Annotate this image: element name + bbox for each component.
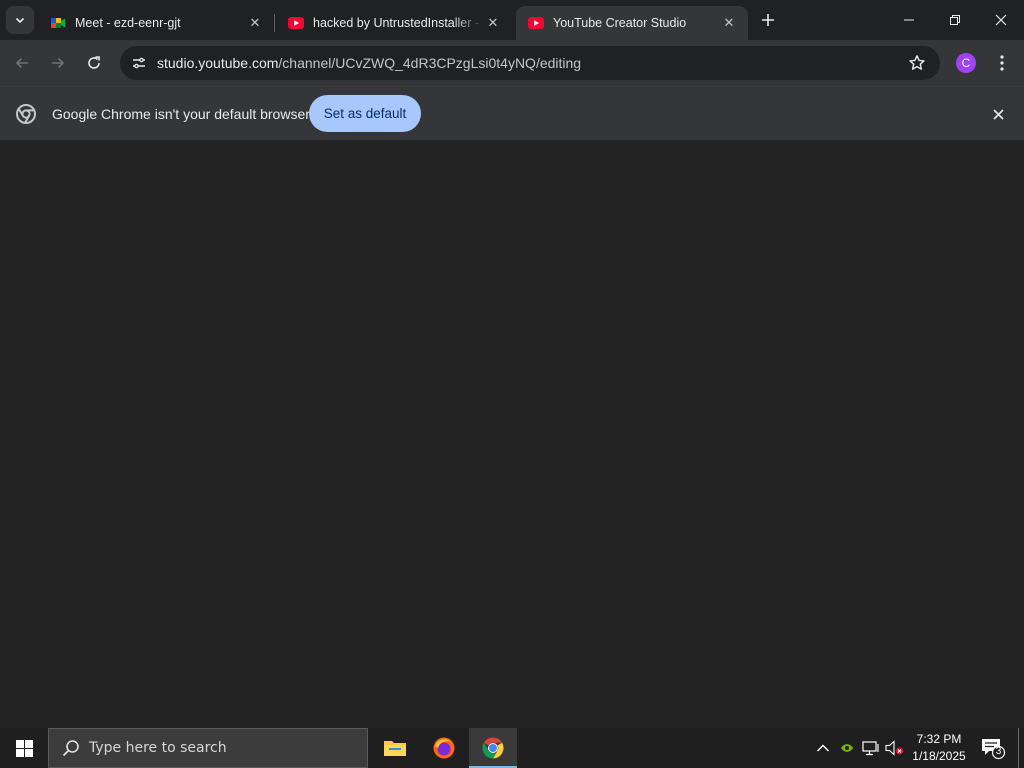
tab-youtube-video[interactable]: hacked by UntrustedInstaller - YouTube ✕ xyxy=(276,6,512,40)
search-placeholder: Type here to search xyxy=(89,740,227,756)
close-icon xyxy=(995,14,1007,26)
windows-logo-icon xyxy=(15,739,33,757)
browser-toolbar: studio.youtube.com/channel/UCvZWQ_4dR3CP… xyxy=(0,40,1024,86)
url-host: studio.youtube.com xyxy=(157,55,279,71)
tab-close-icon[interactable]: ✕ xyxy=(484,14,502,32)
windows-taskbar: Type here to search 7:32 PM 1/18/2025 3 xyxy=(0,728,1024,768)
chevron-up-icon xyxy=(817,744,829,752)
address-bar[interactable]: studio.youtube.com/channel/UCvZWQ_4dR3CP… xyxy=(120,46,940,80)
clock-time: 7:32 PM xyxy=(916,732,962,746)
tab-title: Meet - ezd-eenr-gjt xyxy=(75,16,181,30)
tab-youtube-studio[interactable]: YouTube Creator Studio ✕ xyxy=(516,6,748,40)
tab-close-icon[interactable]: ✕ xyxy=(720,14,738,32)
close-icon xyxy=(992,108,1004,120)
clock-date: 1/18/2025 xyxy=(912,749,966,763)
chrome-logo-icon xyxy=(16,104,36,124)
minimize-icon xyxy=(904,19,914,21)
arrow-right-icon xyxy=(52,57,65,69)
arrow-left-icon xyxy=(15,57,28,69)
notification-count: 3 xyxy=(995,746,1002,757)
site-info-icon[interactable] xyxy=(122,46,156,80)
action-center-button[interactable]: 3 xyxy=(980,736,1006,760)
tab-meet[interactable]: Meet - ezd-eenr-gjt ✕ xyxy=(38,6,274,40)
close-window-button[interactable] xyxy=(978,0,1024,40)
taskbar-firefox[interactable] xyxy=(420,728,468,768)
start-button[interactable] xyxy=(0,728,48,768)
infobar-message: Google Chrome isn't your default browser xyxy=(52,106,310,122)
back-button[interactable] xyxy=(8,49,36,77)
infobar-close-button[interactable] xyxy=(988,104,1008,124)
tray-overflow-button[interactable] xyxy=(813,738,833,758)
volume-muted-icon[interactable] xyxy=(885,738,905,758)
minimize-button[interactable] xyxy=(886,0,932,40)
default-browser-infobar: Google Chrome isn't your default browser… xyxy=(0,86,1024,140)
taskbar-search-box[interactable]: Type here to search xyxy=(48,728,368,768)
nvidia-tray-icon[interactable] xyxy=(837,738,857,758)
show-desktop-button[interactable] xyxy=(1018,728,1019,768)
taskbar-file-explorer[interactable] xyxy=(371,728,419,768)
page-content-area[interactable] xyxy=(0,140,1024,728)
forward-button[interactable] xyxy=(44,49,72,77)
tab-strip: Meet - ezd-eenr-gjt ✕ hacked by Untruste… xyxy=(0,0,1024,40)
set-as-default-button[interactable]: Set as default xyxy=(309,95,421,132)
network-icon[interactable] xyxy=(861,738,881,758)
taskbar-chrome[interactable] xyxy=(469,728,517,768)
restore-icon xyxy=(950,15,960,25)
folder-icon xyxy=(384,741,406,756)
google-meet-icon xyxy=(50,15,66,31)
tab-close-icon[interactable]: ✕ xyxy=(246,14,264,32)
browser-menu-button[interactable] xyxy=(990,49,1014,77)
taskbar-clock[interactable]: 7:32 PM 1/18/2025 xyxy=(906,731,972,765)
chevron-down-icon xyxy=(15,17,25,24)
youtube-icon xyxy=(528,15,544,31)
url-path: /channel/UCvZWQ_4dR3CPzgLsi0t4yNQ/editin… xyxy=(278,55,582,71)
tab-title: hacked by UntrustedInstaller - YouTube xyxy=(313,16,484,30)
chrome-icon xyxy=(482,737,504,759)
plus-icon xyxy=(762,14,774,26)
url-text: studio.youtube.com/channel/UCvZWQ_4dR3CP… xyxy=(157,55,581,71)
more-vert-icon xyxy=(1000,55,1004,71)
restore-button[interactable] xyxy=(932,0,978,40)
tab-separator xyxy=(274,14,275,32)
youtube-icon xyxy=(288,15,304,31)
profile-avatar[interactable]: C xyxy=(956,53,976,73)
reload-icon xyxy=(88,56,100,69)
new-tab-button[interactable] xyxy=(756,8,780,32)
tab-search-button[interactable] xyxy=(6,6,34,34)
bookmark-star-icon[interactable] xyxy=(908,54,926,72)
reload-button[interactable] xyxy=(80,49,108,77)
firefox-icon xyxy=(433,737,455,759)
search-icon xyxy=(61,738,81,758)
tab-title: YouTube Creator Studio xyxy=(553,16,687,30)
